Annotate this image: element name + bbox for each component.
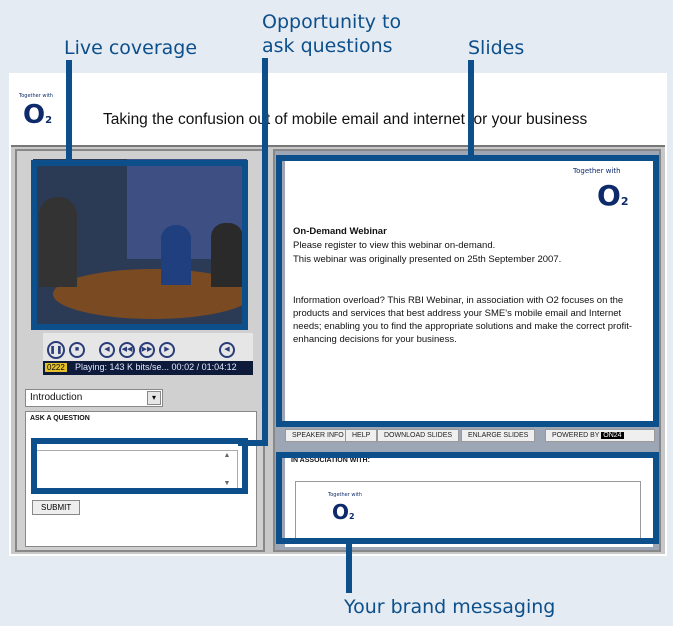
- previous-icon[interactable]: ◀: [99, 342, 115, 358]
- player-status: Playing: 143 K bits/se... 00:02 / 01:04:…: [75, 362, 237, 372]
- header-logo-small: Together with: [19, 93, 53, 99]
- next-icon[interactable]: ▶: [159, 342, 175, 358]
- header-logo-text: O: [23, 100, 46, 130]
- highlight-brand: [276, 452, 659, 544]
- line-opportunity-horizontal: [238, 440, 268, 446]
- console-header: Together with O2 Taking the confusion ou…: [11, 75, 665, 147]
- callout-opportunity-line2: ask questions: [262, 35, 393, 57]
- powered-by-brand: ON24: [601, 432, 624, 439]
- highlight-video: [31, 160, 248, 330]
- section-select-value: Introduction: [30, 392, 83, 403]
- slide-toolbar: SPEAKER INFO HELP DOWNLOAD SLIDES ENLARG…: [285, 429, 655, 445]
- submit-button[interactable]: SUBMIT: [32, 500, 81, 515]
- rewind-icon[interactable]: ◀◀: [119, 342, 135, 358]
- help-button[interactable]: HELP: [345, 429, 378, 442]
- stop-icon[interactable]: ■: [69, 342, 85, 358]
- line-opportunity: [262, 58, 268, 446]
- ask-question-heading: ASK A QUESTION: [30, 415, 90, 422]
- callout-brand-messaging: Your brand messaging: [344, 596, 556, 618]
- header-logo-sub: 2: [45, 115, 53, 126]
- fast-forward-icon[interactable]: ▶▶: [139, 342, 155, 358]
- line-slides: [468, 60, 474, 156]
- powered-by: POWERED BY ON24: [545, 429, 655, 442]
- highlight-question: [31, 438, 248, 494]
- powered-by-label: POWERED BY: [552, 432, 600, 439]
- player-status-bar: 0222 Playing: 143 K bits/se... 00:02 / 0…: [43, 361, 253, 375]
- callout-slides: Slides: [468, 37, 525, 59]
- download-slides-button[interactable]: DOWNLOAD SLIDES: [377, 429, 460, 442]
- section-select[interactable]: Introduction ▾: [25, 389, 163, 407]
- callout-opportunity-line1: Opportunity to: [262, 11, 402, 33]
- highlight-slides: [276, 155, 659, 427]
- line-live-coverage: [66, 60, 72, 161]
- play-pause-icon[interactable]: ❚❚: [47, 341, 65, 359]
- volume-icon[interactable]: ◀: [219, 342, 235, 358]
- enlarge-slides-button[interactable]: ENLARGE SLIDES: [461, 429, 536, 442]
- header-logo: O2: [23, 100, 52, 130]
- speaker-info-button[interactable]: SPEAKER INFO: [285, 429, 351, 442]
- chevron-down-icon[interactable]: ▾: [147, 391, 161, 405]
- page-title: Taking the confusion out of mobile email…: [103, 111, 588, 128]
- callout-live-coverage: Live coverage: [64, 37, 198, 59]
- line-brand: [346, 543, 352, 593]
- player-badge: 0222: [45, 363, 67, 372]
